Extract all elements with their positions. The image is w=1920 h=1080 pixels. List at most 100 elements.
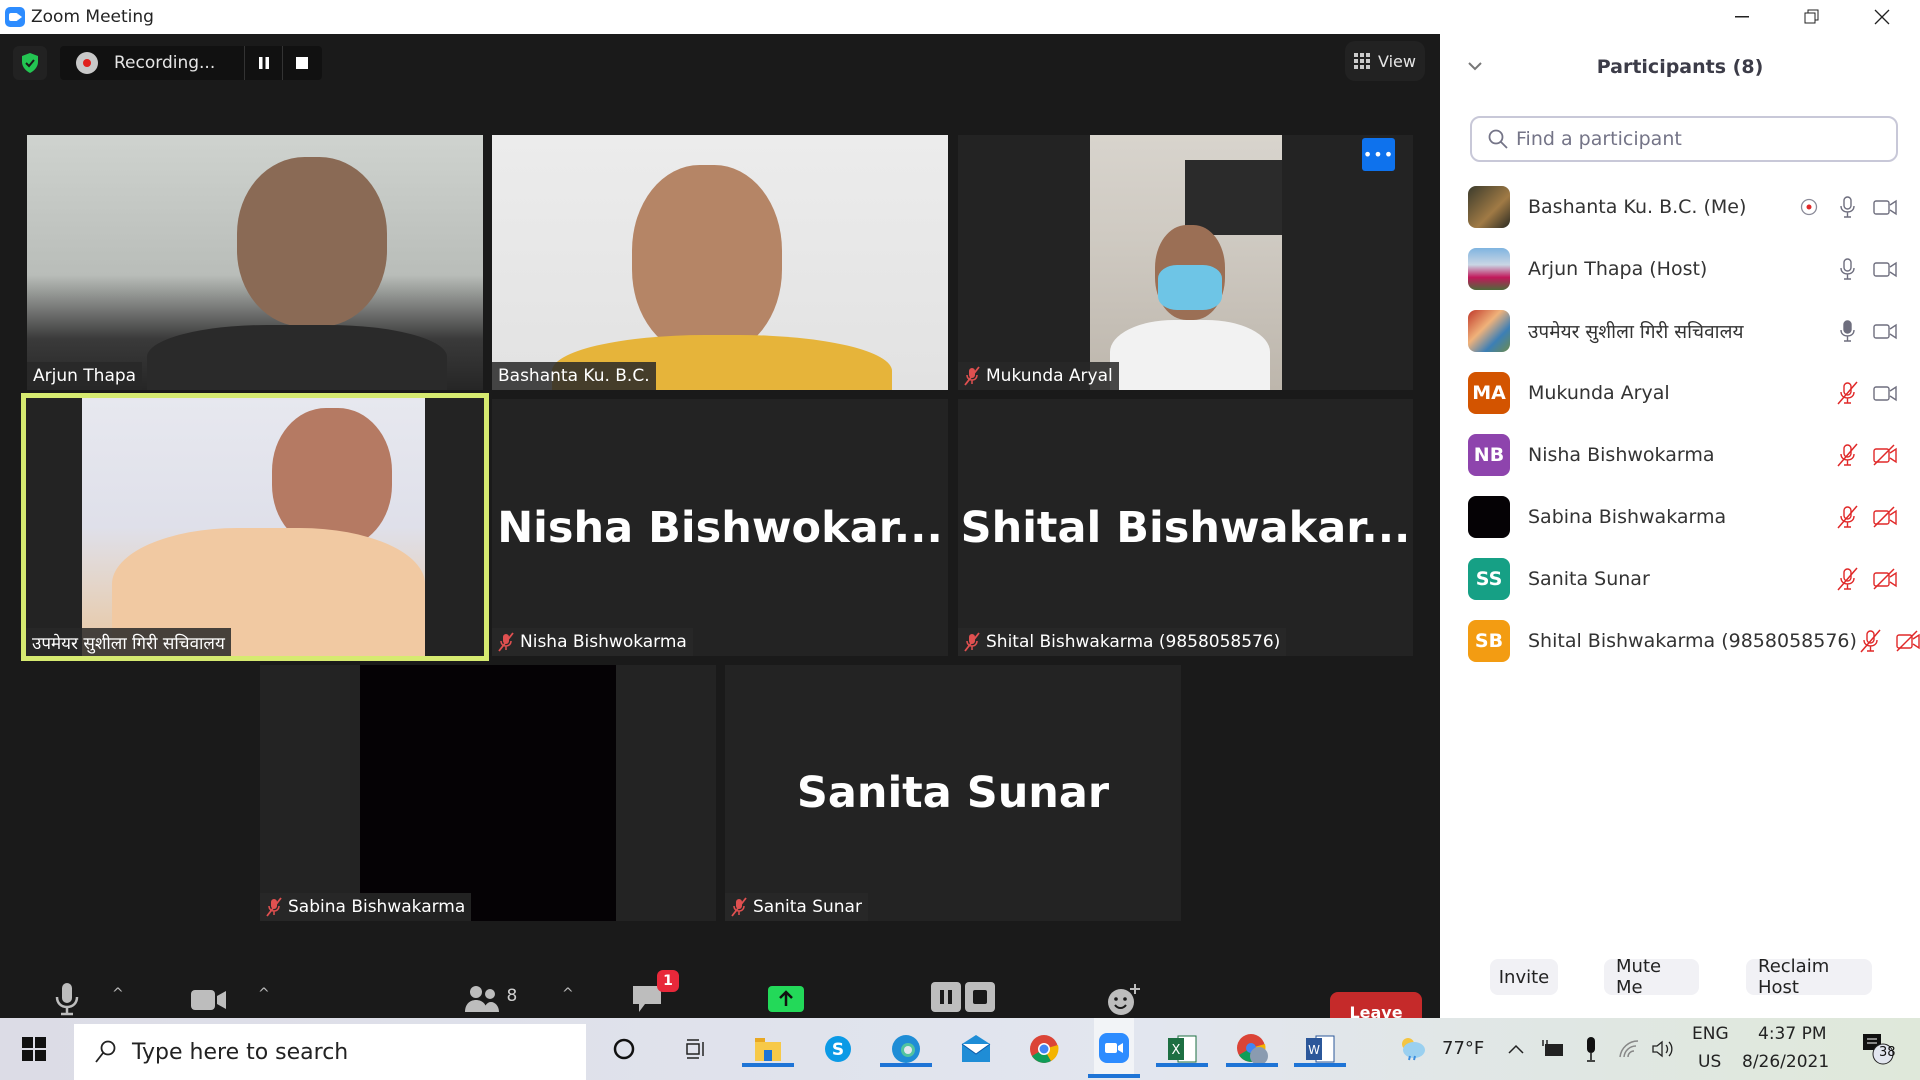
taskbar-app-file-explorer[interactable] <box>742 1031 794 1067</box>
tile-name: Arjun Thapa <box>33 366 137 386</box>
participant-search-field[interactable] <box>1470 116 1898 162</box>
participant-row[interactable]: NB Nisha Bishwokarma <box>1468 424 1898 486</box>
participant-row[interactable]: Arjun Thapa (Host) <box>1468 238 1898 300</box>
view-label: View <box>1378 51 1416 71</box>
audio-options-caret[interactable]: ^ <box>112 986 124 1002</box>
pause-recording-icon <box>930 982 961 1012</box>
language-indicator-top[interactable]: ENG <box>1692 1024 1729 1044</box>
task-view-button[interactable] <box>678 1031 714 1067</box>
video-tile-bashanta[interactable]: Bashanta Ku. B.C. <box>492 135 948 390</box>
video-off-icon[interactable] <box>1872 566 1898 592</box>
taskbar-app-excel[interactable]: X <box>1156 1031 1208 1067</box>
notification-center-button[interactable]: 38 <box>1858 1031 1898 1067</box>
pause-recording-button[interactable] <box>244 46 282 80</box>
stop-recording-button[interactable] <box>282 46 320 80</box>
start-button[interactable] <box>22 1037 46 1061</box>
participants-count: 8 <box>506 986 518 1006</box>
mic-muted-icon[interactable] <box>1857 628 1883 654</box>
participant-row[interactable]: उपमेयर सुशीला गिरी सचिवालय <box>1468 300 1898 362</box>
video-off-icon[interactable] <box>1872 504 1898 530</box>
microphone-tray-button[interactable] <box>1576 1031 1606 1067</box>
volume-button[interactable] <box>1648 1031 1678 1067</box>
language-indicator-bottom[interactable]: US <box>1698 1052 1721 1072</box>
wifi-button[interactable] <box>1614 1031 1644 1067</box>
video-off-icon[interactable] <box>1872 442 1898 468</box>
taskbar-app-chrome[interactable] <box>1026 1031 1062 1067</box>
video-tile-mukunda-aryal[interactable]: ••• Mukunda Aryal <box>958 135 1413 390</box>
video-tile-sabina[interactable]: Sabina Bishwakarma <box>260 665 716 921</box>
window-title: Zoom Meeting <box>31 7 154 27</box>
participant-row[interactable]: Bashanta Ku. B.C. (Me) <box>1468 176 1898 238</box>
video-icon[interactable] <box>1872 318 1898 344</box>
volume-icon <box>1652 1040 1673 1058</box>
participant-name: Nisha Bishwokarma <box>1528 444 1715 466</box>
participant-search-input[interactable] <box>1516 128 1876 150</box>
taskbar-app-zoom[interactable] <box>1088 1018 1140 1078</box>
tile-name-tag: Sanita Sunar <box>725 893 868 921</box>
participant-row[interactable]: SB Shital Bishwakarma (9858058576) <box>1468 610 1920 672</box>
mic-muted-icon[interactable] <box>1834 504 1860 530</box>
mic-muted-icon[interactable] <box>1834 566 1860 592</box>
clock-time[interactable]: 4:37 PM <box>1758 1024 1827 1044</box>
mic-icon[interactable] <box>1834 194 1860 220</box>
participant-avatar <box>1468 248 1510 290</box>
participant-video <box>492 135 948 390</box>
tile-name: Shital Bishwakarma (9858058576) <box>986 632 1281 652</box>
participant-row[interactable]: SS Sanita Sunar <box>1468 548 1898 610</box>
mic-muted-icon[interactable] <box>1834 380 1860 406</box>
taskbar-app-edge[interactable] <box>880 1031 932 1067</box>
video-options-caret[interactable]: ^ <box>258 986 270 1002</box>
video-camera-icon <box>190 990 226 1010</box>
participant-video <box>360 665 616 921</box>
cortana-button[interactable] <box>606 1031 642 1067</box>
video-tile-arjun-thapa[interactable]: Arjun Thapa <box>27 135 483 390</box>
tile-more-options-button[interactable]: ••• <box>1362 138 1395 171</box>
show-hidden-icons-button[interactable] <box>1502 1031 1530 1067</box>
chrome-profile-icon <box>1237 1034 1268 1065</box>
participant-name: Bashanta Ku. B.C. (Me) <box>1528 196 1747 218</box>
mic-icon[interactable] <box>1834 256 1860 282</box>
video-tile-sanita[interactable]: Sanita Sunar Sanita Sunar <box>725 665 1181 921</box>
tile-name: Bashanta Ku. B.C. <box>498 366 650 386</box>
microphone-icon <box>1587 1037 1595 1062</box>
zoom-app-icon <box>5 7 25 27</box>
taskbar-app-mail[interactable] <box>958 1031 994 1067</box>
video-icon[interactable] <box>1872 256 1898 282</box>
reclaim-host-button[interactable]: Reclaim Host <box>1746 956 1872 998</box>
mic-muted-icon[interactable] <box>1834 442 1860 468</box>
recording-indicator: Recording... <box>60 46 322 80</box>
weather-temperature: 77°F <box>1442 1038 1485 1059</box>
meeting-area: Recording... View Arjun Thapa Bashanta K… <box>0 34 1440 1050</box>
view-button[interactable]: View <box>1345 41 1425 81</box>
weather-widget[interactable] <box>1394 1031 1430 1067</box>
participants-options-caret[interactable]: ^ <box>562 986 574 1002</box>
participant-row[interactable]: MA Mukunda Aryal <box>1468 362 1898 424</box>
taskbar-app-skype[interactable]: S <box>820 1031 856 1067</box>
mic-icon[interactable] <box>1834 318 1860 344</box>
shield-check-icon <box>22 53 38 73</box>
mic-muted-icon <box>498 632 514 652</box>
taskbar-search-box[interactable]: Type here to search <box>74 1024 586 1080</box>
notification-count: 38 <box>1879 1045 1896 1060</box>
taskbar-app-chrome-profile[interactable] <box>1226 1031 1278 1067</box>
video-icon[interactable] <box>1872 194 1898 220</box>
battery-button[interactable] <box>1538 1031 1568 1067</box>
mute-me-button[interactable]: Mute Me <box>1604 956 1699 998</box>
video-tile-nisha[interactable]: Nisha Bishwokar... Nisha Bishwokarma <box>492 399 948 656</box>
close-button[interactable] <box>1852 0 1912 34</box>
weather-rain-icon <box>1402 1038 1425 1061</box>
invite-button[interactable]: Invite <box>1490 959 1558 995</box>
video-tile-shital[interactable]: Shital Bishwakar... Shital Bishwakarma (… <box>958 399 1413 656</box>
video-off-icon[interactable] <box>1895 628 1920 654</box>
video-tile-active-speaker[interactable]: उपमेयर सुशीला गिरी सचिवालय <box>21 393 489 661</box>
minimize-button[interactable] <box>1712 0 1772 34</box>
participants-icon <box>465 986 500 1012</box>
restore-button[interactable] <box>1782 0 1842 34</box>
recording-dot-icon <box>76 52 98 74</box>
participant-row[interactable]: Sabina Bishwakarma <box>1468 486 1898 548</box>
video-icon[interactable] <box>1872 380 1898 406</box>
security-shield-button[interactable] <box>13 46 47 80</box>
taskbar-app-word[interactable]: W <box>1294 1031 1346 1067</box>
restore-icon <box>1804 9 1819 24</box>
clock-date[interactable]: 8/26/2021 <box>1742 1052 1829 1072</box>
